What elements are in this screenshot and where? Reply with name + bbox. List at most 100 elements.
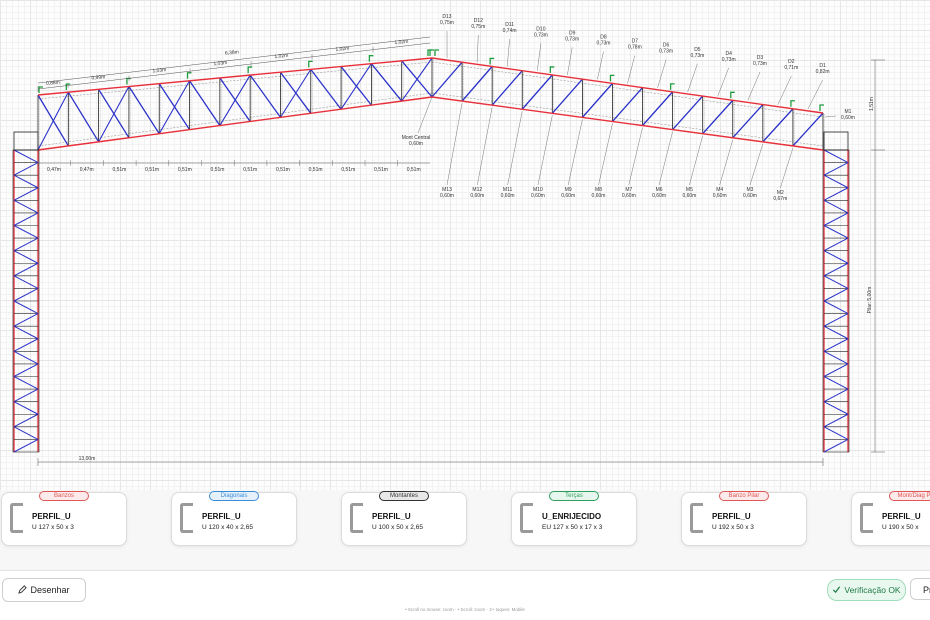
u-profile-icon xyxy=(690,503,703,533)
truss-diagonal xyxy=(491,70,523,106)
right-column-diagonal xyxy=(823,162,849,176)
ridge-dim-value: 0,75m xyxy=(440,20,454,26)
ridge-dim-value: 0,82m xyxy=(816,69,830,75)
truss-diagonal xyxy=(702,99,734,135)
purlin-marker xyxy=(38,86,43,93)
bottom-chord xyxy=(37,96,433,151)
card-spec: U 127 x 50 x 3 xyxy=(32,524,74,531)
card-spec: U 100 x 50 x 2,65 xyxy=(372,524,423,531)
leader-line xyxy=(780,147,794,189)
truss-diagonal xyxy=(581,83,613,118)
leader-line xyxy=(476,35,479,63)
drawing-canvas[interactable]: D13 0,75m D12 0,75m D11 0,74m D10 0,73m D9 0,73m D… xyxy=(0,0,930,490)
draw-button[interactable]: Desenhar xyxy=(2,578,86,602)
profile-card-banzo-pilar[interactable]: Banzo Pilar PERFIL_U U 192 x 50 x 3 xyxy=(681,491,807,546)
spacing-dim-label: 0,47m xyxy=(47,167,61,173)
leader-line xyxy=(537,115,553,186)
bottom-dim-value: 0,60m xyxy=(713,193,727,199)
leader-line xyxy=(658,131,673,186)
left-column-diagonal xyxy=(13,413,39,428)
profile-card-diagonais[interactable]: Diagonais PERFIL_U U 120 x 40 x 2,65 xyxy=(171,491,297,546)
truss-diagonal xyxy=(551,78,583,114)
left-column-cap xyxy=(13,131,39,151)
leader-line xyxy=(597,51,604,80)
truss-diagonal xyxy=(219,74,251,126)
right-column-diagonal xyxy=(823,212,849,226)
right-column-diagonal xyxy=(823,237,849,252)
right-column-diagonal xyxy=(823,388,849,403)
truss-diagonal xyxy=(67,91,100,143)
slope-dim-label: 1,02m xyxy=(394,39,408,46)
u-profile-icon xyxy=(860,503,873,533)
truss-diagonal xyxy=(521,74,553,110)
left-column-diagonal xyxy=(13,212,39,226)
bottom-toolbar: Desenhar Verificação OK Pr xyxy=(0,570,930,607)
right-column-diagonal xyxy=(823,325,849,340)
left-column-diagonal xyxy=(13,300,39,315)
bottom-dim-value: 0,60m xyxy=(470,193,484,199)
leader-line xyxy=(477,107,493,186)
card-title: PERFIL_U xyxy=(882,512,921,521)
right-column-diagonal xyxy=(823,350,849,365)
ridge-dim-value: 0,71m xyxy=(784,65,798,71)
left-column-diagonal xyxy=(13,275,39,289)
profile-card-banzos[interactable]: Banzos PERFIL_U U 127 x 50 x 3 xyxy=(1,491,127,546)
card-title: PERFIL_U xyxy=(372,512,411,521)
truss-diagonal xyxy=(279,69,312,118)
leader-line xyxy=(627,55,635,84)
right-column-diagonal xyxy=(823,413,849,428)
right-column-diagonal xyxy=(823,199,849,214)
truss-diagonal xyxy=(370,63,403,102)
purlin-marker xyxy=(669,83,675,90)
purlin-marker xyxy=(186,72,192,79)
profile-card-mont-diag-pilar[interactable]: Mont/Diag P PERFIL_U U 190 x 50 x xyxy=(851,491,930,546)
bottom-dim-value: 0,60m xyxy=(561,193,575,199)
left-column-diagonal xyxy=(13,225,39,239)
right-column-diagonal xyxy=(823,300,849,315)
left-column-diagonal xyxy=(13,338,39,352)
purlin-marker xyxy=(368,55,374,62)
mont-central-value: 0,60m xyxy=(409,141,423,147)
spacing-dim-label: 0,51m xyxy=(243,167,257,173)
card-spec: U 120 x 40 x 2,65 xyxy=(202,524,253,531)
bottom-dim-value: 0,60m xyxy=(652,193,666,199)
spacing-dim-label: 0,51m xyxy=(145,167,159,173)
ridge-dim-value: 0,78m xyxy=(628,45,642,51)
u-profile-icon xyxy=(180,503,193,533)
truss-diagonal xyxy=(762,108,794,143)
draw-button-label: Desenhar xyxy=(30,585,70,595)
pencil-icon xyxy=(18,584,28,596)
right-column-diagonal xyxy=(823,376,849,390)
card-spec: U 190 x 50 x xyxy=(882,524,919,531)
truss-diagonal xyxy=(732,104,764,139)
leader-line xyxy=(824,115,837,118)
purlin-marker xyxy=(429,49,434,56)
left-column-diagonal xyxy=(13,187,39,201)
left-column-diagonal xyxy=(13,174,39,189)
slope-dim-label: 1,02m xyxy=(335,46,349,53)
card-spec: EU 127 x 50 x 17 x 3 xyxy=(542,524,603,531)
right-column-diagonal xyxy=(823,174,849,189)
profile-card-tercas[interactable]: Terças U_ENRIJECIDO EU 127 x 50 x 17 x 3 xyxy=(511,491,637,546)
purlin-marker xyxy=(489,57,495,65)
verification-status-button[interactable]: Verificação OK xyxy=(827,579,906,601)
next-button[interactable]: Pr xyxy=(910,578,930,600)
leader-line xyxy=(506,39,510,67)
truss-diagonal xyxy=(37,91,69,151)
ridge-dim-value: 0,75m xyxy=(471,24,485,30)
purlin-marker xyxy=(790,100,795,107)
truss-diagonal xyxy=(611,87,644,122)
right-column-diagonal xyxy=(823,250,849,264)
right-column-diagonal xyxy=(823,287,849,302)
left-column-diagonal xyxy=(13,325,39,340)
card-badge: Montantes xyxy=(379,491,429,501)
profile-card-montantes[interactable]: Montantes PERFIL_U U 100 x 50 x 2,65 xyxy=(341,491,467,546)
verification-label: Verificação OK xyxy=(844,585,901,595)
slope-dim-label: 1,03m xyxy=(213,60,227,67)
truss-diagonal xyxy=(461,66,493,102)
leader-line xyxy=(598,123,613,186)
truss-diagonal xyxy=(642,91,674,126)
truss-drawing: D130,75m D120,75m D110,74m D100,73m D90,73m D… xyxy=(12,14,885,466)
check-icon xyxy=(832,585,841,596)
spacing-dim-label: 0,51m xyxy=(407,167,421,173)
